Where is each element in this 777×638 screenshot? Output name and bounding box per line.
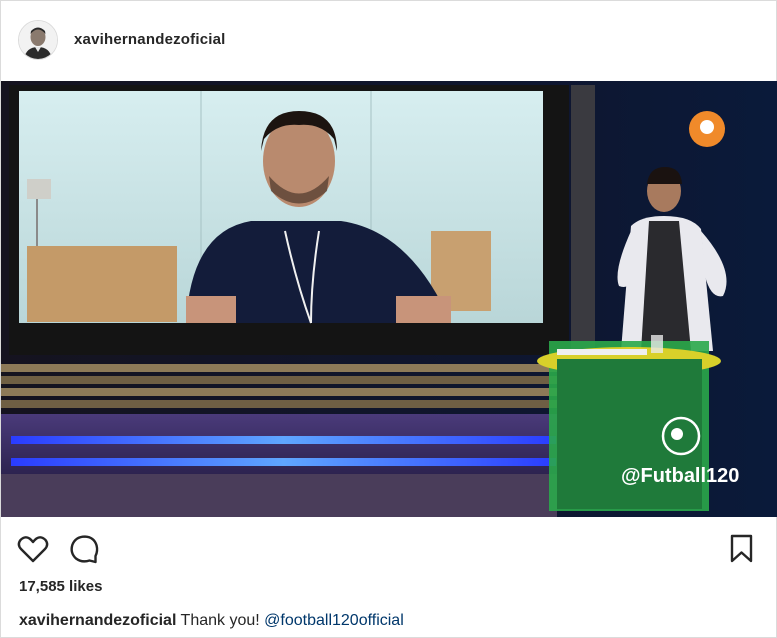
action-bar bbox=[1, 528, 776, 572]
post-video[interactable]: @Futball120 bbox=[1, 81, 777, 517]
caption-username[interactable]: xavihernandezoficial bbox=[19, 612, 176, 629]
media-watermark: @Futball120 bbox=[621, 465, 739, 487]
caption-text: Thank you! bbox=[180, 612, 260, 629]
instagram-post: xavihernandezoficial @Futball120 17,585 … bbox=[0, 0, 777, 638]
post-username[interactable]: xavihernandezoficial bbox=[74, 31, 226, 48]
heart-icon[interactable] bbox=[16, 532, 50, 566]
post-caption: xavihernandezoficial Thank you! @footbal… bbox=[19, 612, 404, 630]
post-header: xavihernandezoficial bbox=[1, 1, 776, 81]
caption-mention-link[interactable]: @football120official bbox=[264, 612, 404, 629]
comment-icon[interactable] bbox=[67, 532, 101, 566]
bookmark-icon[interactable] bbox=[725, 532, 759, 566]
avatar[interactable] bbox=[18, 20, 58, 60]
likes-count[interactable]: 17,585 likes bbox=[19, 578, 102, 595]
